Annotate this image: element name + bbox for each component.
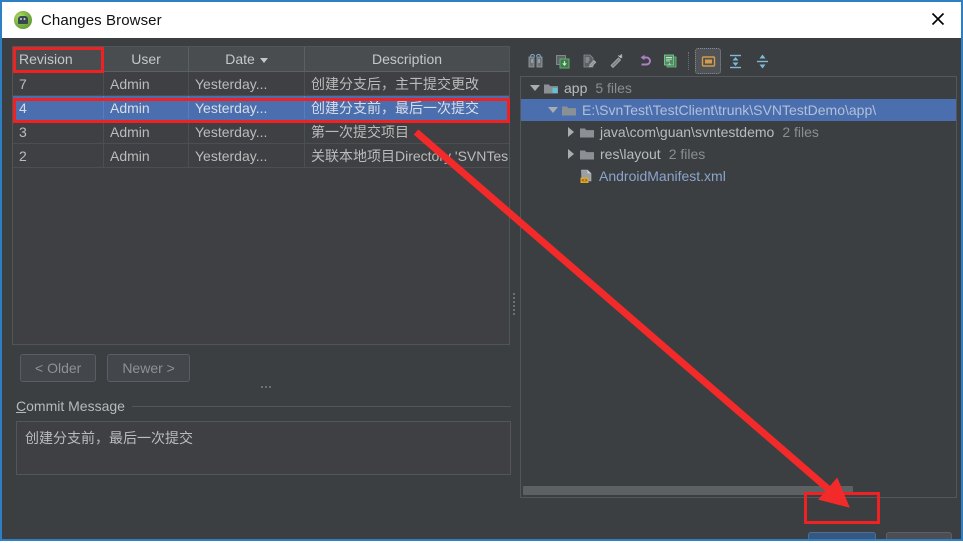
column-header-user[interactable]: User — [103, 47, 189, 72]
window-title: Changes Browser — [41, 11, 162, 29]
tree-node-java-package[interactable]: java\com\guan\svntestdemo 2 files — [521, 121, 956, 143]
tree-node-label: E:\SvnTest\TestClient\trunk\SVNTestDemo\… — [582, 102, 877, 118]
get-file-icon[interactable] — [549, 48, 575, 74]
module-folder-icon — [543, 81, 559, 95]
chevron-right-icon[interactable] — [563, 146, 579, 162]
show-diff-icon[interactable] — [522, 48, 548, 74]
chevron-down-icon[interactable] — [545, 102, 561, 118]
table-row[interactable]: 3 Admin Yesterday... 第一次提交项目 — [13, 119, 509, 144]
tree-node-trunk-path[interactable]: E:\SvnTest\TestClient\trunk\SVNTestDemo\… — [521, 99, 956, 121]
cell-revision: 7 — [13, 71, 104, 96]
collapse-all-icon[interactable] — [749, 48, 775, 74]
scrollbar-thumb[interactable] — [523, 486, 853, 495]
commit-message-label: Commit Message — [16, 398, 125, 414]
newer-button[interactable]: Newer > — [107, 354, 190, 382]
cell-user: Admin — [103, 71, 189, 96]
svg-text:<>: <> — [581, 177, 587, 183]
tree-node-app[interactable]: app 5 files — [521, 77, 956, 99]
annotate-icon[interactable] — [603, 48, 629, 74]
cell-revision: 2 — [13, 143, 104, 168]
commit-message-label-rest: ommit Message — [26, 398, 125, 414]
revisions-pane: Revision User Date Description 7 Admin Y… — [12, 46, 511, 475]
xml-file-icon: <> — [579, 169, 594, 184]
cell-description: 创建分支后，主干提交更改 — [304, 71, 509, 96]
tree-node-label: res\layout — [600, 146, 661, 162]
cell-description: 第一次提交项目 — [304, 119, 509, 144]
tree-node-count: 2 files — [668, 146, 706, 162]
older-button[interactable]: < Older — [20, 354, 97, 382]
show-history-icon[interactable] — [657, 48, 683, 74]
folder-icon — [579, 125, 595, 139]
folder-icon — [579, 147, 595, 161]
revision-table-container[interactable]: Revision User Date Description 7 Admin Y… — [12, 46, 510, 345]
tree-toolbar — [520, 46, 957, 76]
tree-node-count: 5 files — [595, 80, 632, 96]
intellij-idea-icon — [14, 11, 32, 29]
column-header-revision[interactable]: Revision — [13, 47, 104, 72]
tree-horizontal-scrollbar[interactable] — [523, 486, 955, 495]
revision-table: Revision User Date Description 7 Admin Y… — [13, 47, 509, 168]
column-header-date-label: Date — [225, 51, 255, 67]
cell-user: Admin — [103, 143, 189, 168]
vertical-splitter[interactable] — [511, 46, 519, 493]
revision-table-body: 7 Admin Yesterday... 创建分支后，主干提交更改 4 Admi… — [13, 71, 509, 168]
cell-date: Yesterday... — [188, 119, 305, 144]
cell-date: Yesterday... — [188, 95, 305, 120]
table-row[interactable]: 7 Admin Yesterday... 创建分支后，主干提交更改 — [13, 71, 509, 96]
commit-message-textarea[interactable]: 创建分支前，最后一次提交 — [16, 421, 511, 475]
chevron-down-icon[interactable] — [527, 80, 543, 96]
pagination-buttons: < Older Newer > — [20, 354, 190, 382]
dialog-body: Revision User Date Description 7 Admin Y… — [2, 38, 961, 539]
tree-node-label: java\com\guan\svntestdemo — [600, 124, 775, 140]
horizontal-splitter-handle[interactable] — [257, 384, 275, 390]
tree-node-label: app — [564, 80, 588, 96]
table-row[interactable]: 4 Admin Yesterday... 创建分支前，最后一次提交 — [13, 95, 509, 120]
table-row[interactable]: 2 Admin Yesterday... 关联本地项目Directory 'SV… — [13, 143, 509, 168]
commit-message-legend-row: Commit Message — [16, 398, 511, 414]
revert-icon[interactable] — [630, 48, 656, 74]
cell-revision: 3 — [13, 119, 104, 144]
changed-files-pane: app 5 files E:\SvnTest\TestClient\trunk\… — [520, 46, 957, 512]
commit-message-mnemonic: C — [16, 398, 27, 414]
title-bar: Changes Browser — [2, 2, 961, 38]
changes-browser-dialog: Changes Browser Revision User Date Descr… — [0, 0, 963, 541]
tree-node-label: AndroidManifest.xml — [599, 168, 726, 184]
cell-revision: 4 — [13, 95, 104, 120]
changed-files-tree[interactable]: app 5 files E:\SvnTest\TestClient\trunk\… — [520, 76, 957, 498]
cell-description: 关联本地项目Directory 'SVNTes... — [304, 143, 509, 168]
cell-user: Admin — [103, 95, 189, 120]
legend-divider — [131, 405, 511, 407]
cell-description: 创建分支前，最后一次提交 — [304, 95, 509, 120]
close-button[interactable]: Close — [886, 532, 952, 539]
cell-user: Admin — [103, 119, 189, 144]
expand-all-icon[interactable] — [722, 48, 748, 74]
group-by-directory-icon[interactable] — [695, 48, 721, 74]
tree-node-res-layout[interactable]: res\layout 2 files — [521, 143, 956, 165]
toolbar-separator — [688, 52, 690, 70]
ok-button[interactable]: OK — [808, 532, 876, 539]
column-header-date[interactable]: Date — [188, 47, 305, 72]
chevron-right-icon[interactable] — [563, 124, 579, 140]
close-icon[interactable] — [915, 2, 961, 36]
edit-source-icon[interactable] — [576, 48, 602, 74]
tree-node-android-manifest[interactable]: <> AndroidManifest.xml — [521, 165, 956, 187]
tree-node-count: 2 files — [782, 124, 819, 140]
column-header-description[interactable]: Description — [304, 47, 509, 72]
commit-message-group: Commit Message 创建分支前，最后一次提交 — [16, 398, 511, 475]
table-header-row: Revision User Date Description — [13, 47, 509, 72]
sort-descending-caret-icon — [259, 57, 268, 63]
cell-date: Yesterday... — [188, 71, 305, 96]
vertical-splitter-handle — [513, 293, 517, 315]
cell-date: Yesterday... — [188, 143, 305, 168]
folder-icon — [561, 103, 577, 117]
